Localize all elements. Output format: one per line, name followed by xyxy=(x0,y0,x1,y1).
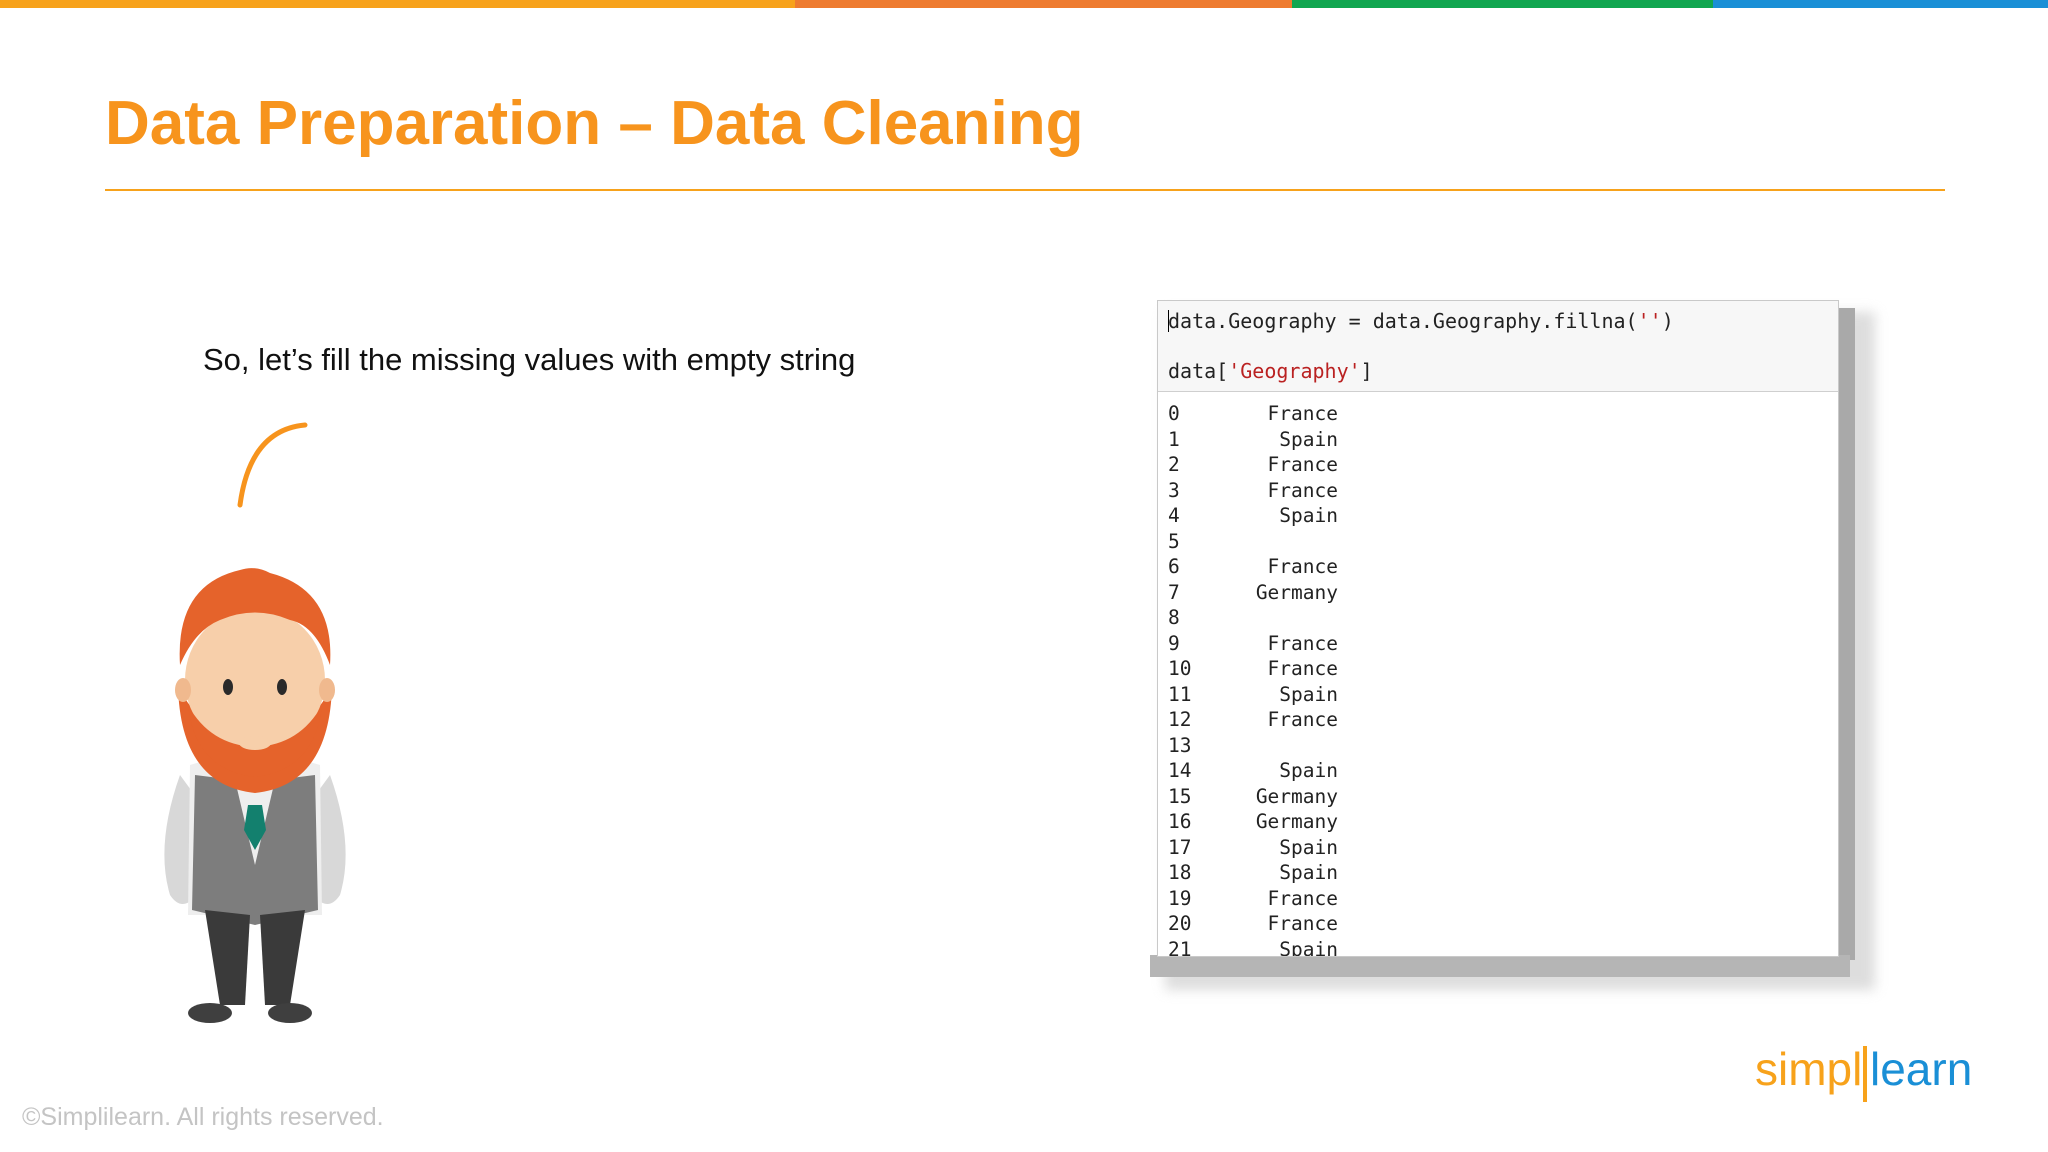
output-row-index: 16 xyxy=(1168,810,1192,833)
speech-arc-icon xyxy=(237,422,308,508)
output-row-index: 8 xyxy=(1168,606,1180,629)
output-row-value: France xyxy=(1267,912,1338,935)
code-line-fillna: data.Geography = data.Geography.fillna('… xyxy=(1168,309,1674,333)
output-row-index: 11 xyxy=(1168,682,1192,706)
output-row-value: France xyxy=(1267,708,1338,731)
slide-title: Data Preparation – Data Cleaning xyxy=(105,89,1084,158)
output-row: 14 Spain xyxy=(1158,758,1838,784)
output-row: 6 France xyxy=(1158,554,1838,580)
output-row-index: 3 xyxy=(1168,478,1180,502)
output-row-index: 21 xyxy=(1168,937,1192,957)
simplilearn-logo: simpl learn xyxy=(1755,1040,2000,1110)
output-row: 3 France xyxy=(1158,478,1838,504)
logo-text-learn: learn xyxy=(1870,1043,1972,1095)
output-row-index: 13 xyxy=(1168,733,1192,757)
output-row-index: 7 xyxy=(1168,580,1180,604)
output-row: 10 France xyxy=(1158,656,1838,682)
logo-divider xyxy=(1863,1046,1867,1102)
copyright-footer: ©Simplilearn. All rights reserved. xyxy=(22,1103,384,1131)
output-row-value: Spain xyxy=(1279,759,1338,782)
notebook-bottom-shadow xyxy=(1150,955,1850,977)
output-row: 13 xyxy=(1158,733,1838,759)
output-row-value: Germany xyxy=(1255,810,1338,833)
output-row-index: 15 xyxy=(1168,784,1192,808)
output-row-value: Spain xyxy=(1279,937,1338,957)
output-row-index: 12 xyxy=(1168,708,1192,731)
notebook-side-shadow xyxy=(1837,308,1855,960)
output-row-value: France xyxy=(1267,886,1338,910)
output-row: 2 France xyxy=(1158,452,1838,478)
output-row-index: 17 xyxy=(1168,835,1192,859)
output-row-value: France xyxy=(1267,631,1338,655)
bearded-man-illustration-icon xyxy=(164,568,346,1023)
top-bar-segment-yellow xyxy=(0,0,795,8)
output-row-index: 18 xyxy=(1168,861,1192,884)
output-row-value: Germany xyxy=(1255,784,1338,808)
code-input-area[interactable]: data.Geography = data.Geography.fillna('… xyxy=(1158,301,1838,392)
output-row: 16 Germany xyxy=(1158,809,1838,835)
output-row: 12 France xyxy=(1158,707,1838,733)
code-output-area: 0 France 1 Spain 2 France 3 France 4 Spain 5 6 Franc… xyxy=(1158,401,1838,957)
output-row-index: 20 xyxy=(1168,912,1192,935)
output-row-value: Spain xyxy=(1279,427,1338,451)
top-bar-segment-green xyxy=(1292,0,1713,8)
output-row-value: Spain xyxy=(1279,504,1338,527)
output-row-value: Spain xyxy=(1279,835,1338,859)
output-row: 9 France xyxy=(1158,631,1838,657)
title-divider xyxy=(105,189,1945,191)
output-row: 7 Germany xyxy=(1158,580,1838,606)
output-row-value: Spain xyxy=(1279,861,1338,884)
output-row-index: 1 xyxy=(1168,427,1180,451)
output-row: 5 xyxy=(1158,529,1838,555)
output-row-index: 5 xyxy=(1168,529,1180,553)
logo-text-simpl: simpl xyxy=(1755,1043,1862,1095)
output-row-value: France xyxy=(1267,478,1338,502)
top-color-bar xyxy=(0,0,2048,8)
output-row: 8 xyxy=(1158,605,1838,631)
output-row-index: 2 xyxy=(1168,453,1180,476)
output-row-value: France xyxy=(1267,555,1338,578)
output-row-index: 4 xyxy=(1168,504,1180,527)
top-bar-segment-orange xyxy=(795,0,1292,8)
output-row: 17 Spain xyxy=(1158,835,1838,861)
output-row-index: 9 xyxy=(1168,631,1180,655)
simplilearn-logo-mark: simpl learn xyxy=(1755,1043,1972,1102)
output-row: 0 France xyxy=(1158,401,1838,427)
output-row: 19 France xyxy=(1158,886,1838,912)
output-row-index: 10 xyxy=(1168,657,1192,680)
output-row-value: Germany xyxy=(1255,580,1338,604)
slide-subtitle: So, let’s fill the missing values with e… xyxy=(203,342,856,377)
output-row-value: France xyxy=(1267,453,1338,476)
output-row-index: 14 xyxy=(1168,759,1192,782)
output-row-index: 0 xyxy=(1168,402,1180,425)
output-row: 21 Spain xyxy=(1158,937,1838,957)
output-row-index: 19 xyxy=(1168,886,1192,910)
output-row: 18 Spain xyxy=(1158,860,1838,886)
output-row: 11 Spain xyxy=(1158,682,1838,708)
output-row: 15 Germany xyxy=(1158,784,1838,810)
output-row: 20 France xyxy=(1158,911,1838,937)
output-row: 4 Spain xyxy=(1158,503,1838,529)
output-row-index: 6 xyxy=(1168,555,1180,578)
code-line-select: data['Geography'] xyxy=(1168,359,1373,383)
notebook-cell: data.Geography = data.Geography.fillna('… xyxy=(1157,300,1839,957)
output-row-value: France xyxy=(1267,657,1338,680)
top-bar-segment-blue xyxy=(1713,0,2048,8)
output-row-value: France xyxy=(1267,402,1338,425)
output-row-value: Spain xyxy=(1279,682,1338,706)
output-row: 1 Spain xyxy=(1158,427,1838,453)
